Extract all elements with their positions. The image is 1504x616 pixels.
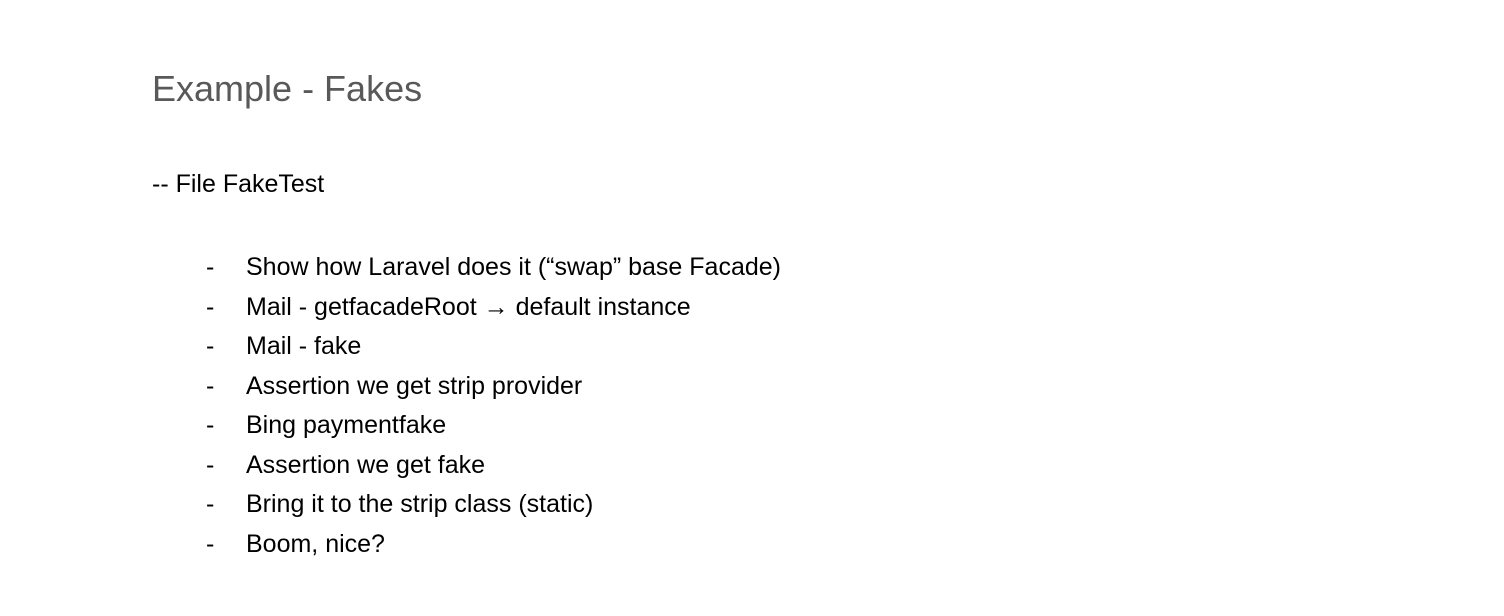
list-item: Show how Laravel does it (“swap” base Fa… (206, 249, 1504, 287)
slide-subtitle: -- File FakeTest (152, 170, 1504, 199)
slide-title: Example - Fakes (152, 68, 1504, 110)
list-item: Mail - fake (206, 328, 1504, 366)
list-item: Assertion we get strip provider (206, 368, 1504, 406)
list-item: Mail - getfacadeRoot → default instance (206, 289, 1504, 327)
list-item: Boom, nice? (206, 526, 1504, 564)
list-item: Bing paymentfake (206, 407, 1504, 445)
bullet-list: Show how Laravel does it (“swap” base Fa… (152, 249, 1504, 563)
list-item: Bring it to the strip class (static) (206, 486, 1504, 524)
list-item: Assertion we get fake (206, 447, 1504, 485)
